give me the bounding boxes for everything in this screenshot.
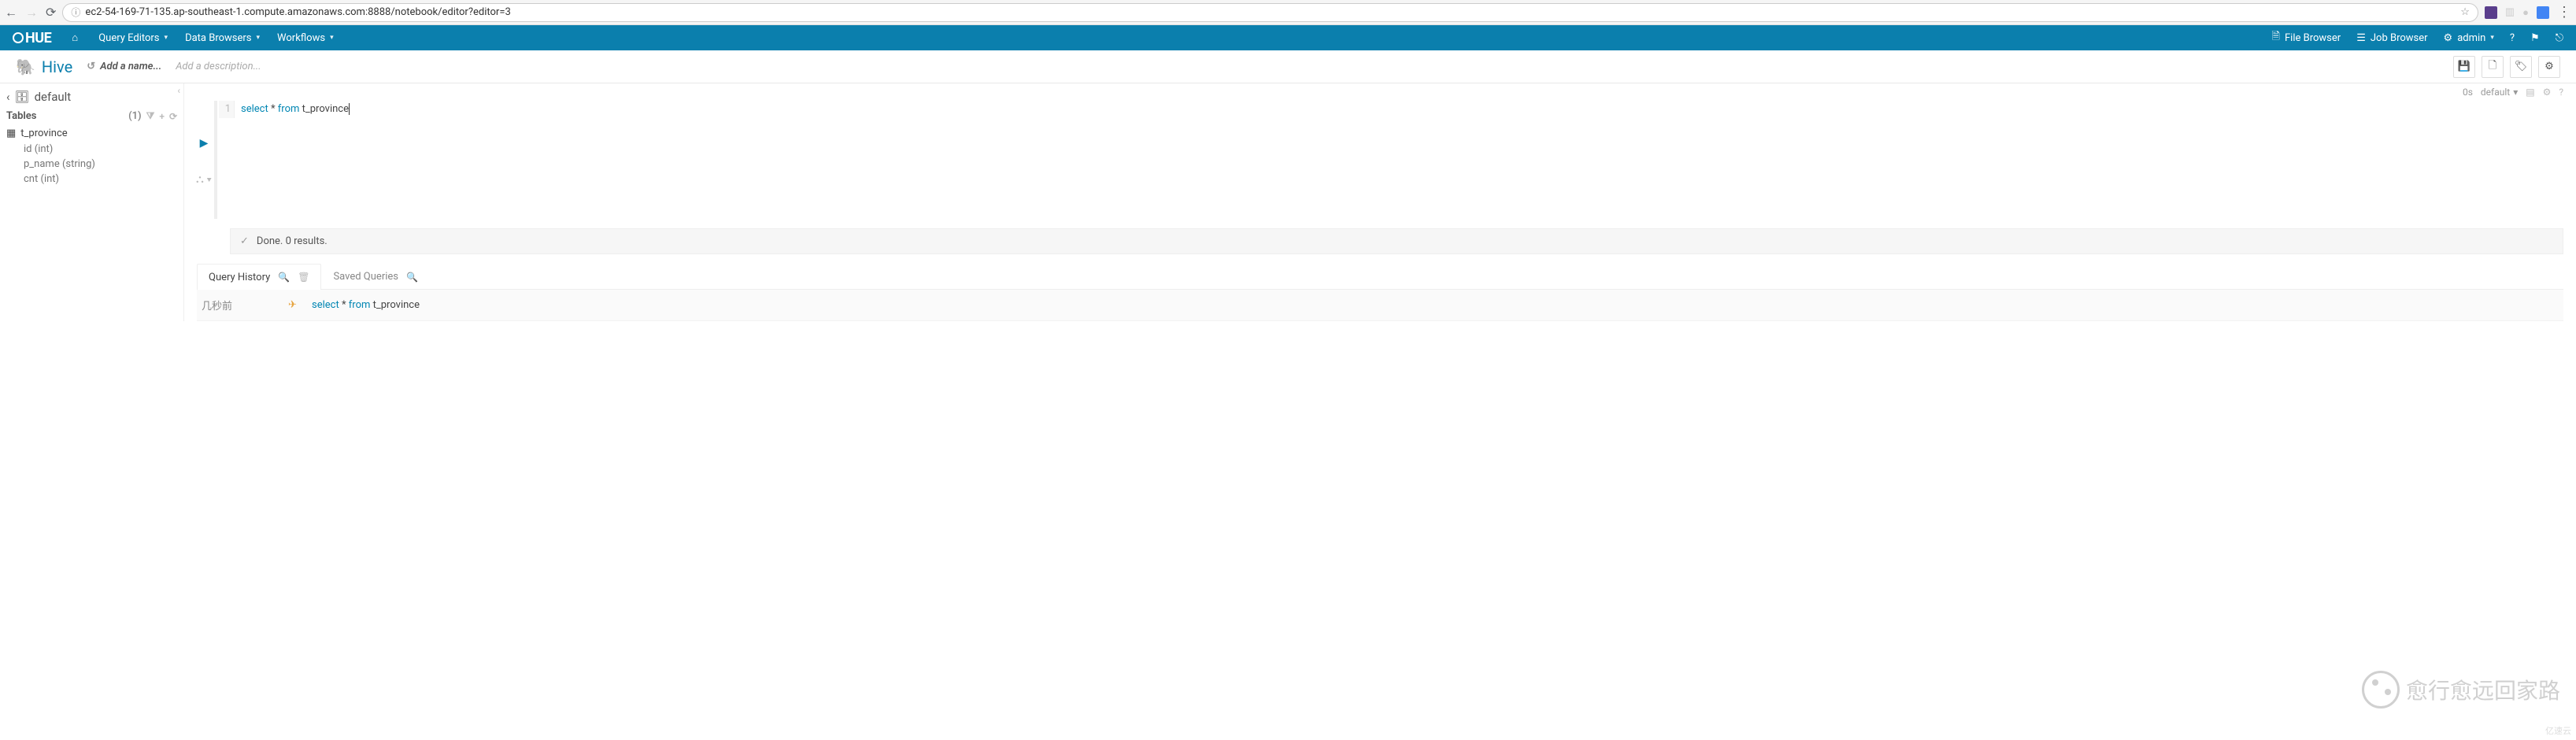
sql-editor[interactable]: 1 select * from t_province — [214, 101, 2563, 219]
search-icon[interactable]: 🔍 — [278, 272, 290, 283]
sub-header-actions: 💾 🗋 🏷 ⚙ — [2453, 56, 2560, 78]
table-name: t_province — [20, 128, 67, 139]
admin-menu[interactable]: ⚙admin▾ — [2444, 32, 2494, 44]
tags-button[interactable]: 🏷 — [2510, 56, 2532, 78]
add-icon[interactable]: + — [159, 111, 165, 122]
chevron-down-icon: ▾ — [165, 34, 168, 42]
tabs-row: Query History 🔍 🗑 Saved Queries 🔍 — [197, 264, 2563, 290]
explain-button[interactable]: ⛬ ▾ — [196, 173, 212, 186]
nav-data-browsers[interactable]: Data Browsers▾ — [185, 32, 260, 44]
editor-meta: 0s default ▾ ▤ ⚙ ? — [184, 83, 2576, 101]
gear-icon[interactable]: ⚙ — [2543, 87, 2552, 98]
elapsed-time: 0s — [2463, 87, 2473, 98]
database-dropdown[interactable]: default ▾ — [2481, 87, 2518, 98]
add-name-input[interactable]: ↺ Add a name... — [87, 61, 161, 72]
sidebar-collapse-icon[interactable]: ‹ — [177, 85, 180, 96]
line-number: 1 — [219, 101, 235, 118]
clear-icon[interactable]: 🗑 — [298, 272, 309, 283]
tab-saved-queries[interactable]: Saved Queries 🔍 — [321, 264, 430, 289]
main-area: ‹ ‹ 🗄 default Tables (1) ⧩ + ⟳ ▦ t_provi… — [0, 83, 2576, 321]
extension-icon[interactable] — [2537, 6, 2549, 19]
tab-query-history[interactable]: Query History 🔍 🗑 — [197, 264, 321, 290]
code-text: select * from t_province — [235, 101, 350, 118]
column-item[interactable]: p_name (string) — [5, 157, 179, 172]
back-button[interactable]: ← — [5, 5, 17, 20]
database-selector[interactable]: ‹ 🗄 default — [5, 87, 179, 107]
format-icon[interactable]: ▤ — [2526, 87, 2534, 98]
flag-icon[interactable]: ⚑ — [2530, 32, 2540, 44]
file-icon: 🗎 — [2272, 29, 2280, 46]
database-name: default — [35, 90, 72, 104]
chevron-down-icon: ▾ — [2490, 34, 2494, 42]
hive-icon: 🐘 — [16, 57, 35, 76]
table-item[interactable]: ▦ t_province — [5, 125, 179, 142]
status-text: Done. 0 results. — [257, 235, 328, 247]
list-icon: ☰ — [2356, 32, 2366, 44]
file-browser-link[interactable]: 🗎File Browser — [2272, 29, 2341, 46]
url-text: ec2-54-169-71-135.ap-southeast-1.compute… — [85, 6, 2456, 18]
tables-count: (1) — [128, 110, 142, 122]
pin-icon[interactable]: ✈ — [288, 299, 312, 311]
run-button[interactable]: ▶ — [200, 137, 209, 150]
database-icon: 🗄 — [15, 90, 30, 104]
browser-chrome: ← → ⟳ ⓘ ec2-54-169-71-135.ap-southeast-1… — [0, 0, 2576, 25]
job-browser-link[interactable]: ☰Job Browser — [2356, 32, 2427, 44]
history-time: 几秒前 — [202, 298, 288, 313]
info-icon[interactable]: ⓘ — [71, 6, 80, 19]
browser-nav: ← → ⟳ — [5, 5, 56, 20]
column-item[interactable]: id (int) — [5, 142, 179, 157]
sub-header: 🐘 Hive ↺ Add a name... Add a description… — [0, 50, 2576, 83]
app-title: 🐘 Hive — [16, 57, 72, 76]
nav-query-editors[interactable]: Query Editors▾ — [98, 32, 168, 44]
footer-mark: 亿速云 — [2545, 724, 2571, 737]
forward-button[interactable]: → — [25, 5, 38, 20]
help-icon[interactable]: ? — [2510, 32, 2515, 44]
url-bar[interactable]: ⓘ ec2-54-169-71-135.ap-southeast-1.compu… — [62, 3, 2478, 22]
add-description-input[interactable]: Add a description... — [176, 61, 261, 72]
tables-label: Tables — [6, 110, 36, 122]
editor-area: ▶ ⛬ ▾ 1 select * from t_province — [184, 101, 2576, 219]
column-item[interactable]: cnt (int) — [5, 172, 179, 187]
gear-icon: ⚙ — [2444, 32, 2453, 44]
watermark: 愈行愈远回家路 — [2362, 671, 2560, 709]
extension-icon[interactable]: ▥ — [2505, 6, 2515, 18]
logout-icon[interactable]: ⎋ — [2556, 32, 2563, 44]
hue-header: HUE ⌂ Query Editors▾ Data Browsers▾ Work… — [0, 25, 2576, 50]
logo-ring-icon — [13, 32, 24, 43]
home-icon[interactable]: ⌂ — [68, 31, 81, 44]
extension-icon[interactable]: ● — [2522, 6, 2529, 19]
wechat-icon — [2362, 671, 2400, 709]
header-right: 🗎File Browser ☰Job Browser ⚙admin▾ ? ⚑ ⎋ — [2272, 29, 2563, 46]
help-icon[interactable]: ? — [2559, 87, 2563, 98]
table-icon: ▦ — [6, 128, 16, 139]
history-sql: select * from t_province — [312, 299, 420, 311]
hue-logo[interactable]: HUE — [13, 30, 51, 46]
filter-icon[interactable]: ⧩ — [146, 110, 155, 122]
save-button[interactable]: 💾 — [2453, 56, 2475, 78]
status-bar: ✓ Done. 0 results. — [230, 228, 2563, 254]
tables-header: Tables (1) ⧩ + ⟳ — [5, 107, 179, 125]
code-line: 1 select * from t_province — [219, 101, 2563, 118]
chevron-left-icon: ‹ — [6, 90, 10, 104]
undo-icon[interactable]: ↺ — [87, 61, 95, 72]
reload-button[interactable]: ⟳ — [46, 5, 56, 20]
sidebar: ‹ ‹ 🗄 default Tables (1) ⧩ + ⟳ ▦ t_provi… — [0, 83, 184, 321]
new-button[interactable]: 🗋 — [2482, 56, 2504, 78]
browser-menu-icon[interactable]: ⋮ — [2557, 4, 2571, 20]
refresh-icon[interactable]: ⟳ — [169, 111, 177, 122]
extension-icons: ▥ ● ⋮ — [2485, 4, 2571, 20]
chevron-down-icon: ▾ — [2513, 87, 2518, 98]
chevron-down-icon: ▾ — [330, 34, 334, 42]
bookmark-star-icon[interactable]: ☆ — [2460, 6, 2470, 18]
settings-button[interactable]: ⚙ — [2538, 56, 2560, 78]
app-name: Hive — [42, 57, 72, 76]
chevron-down-icon: ▾ — [257, 34, 261, 42]
check-icon: ✓ — [240, 235, 249, 247]
search-icon[interactable]: 🔍 — [406, 272, 418, 283]
editor-gutter: ▶ ⛬ ▾ — [194, 101, 214, 219]
extension-icon[interactable] — [2485, 6, 2497, 19]
history-row[interactable]: 几秒前 ✈ select * from t_province — [197, 290, 2563, 321]
content-area: 0s default ▾ ▤ ⚙ ? ▶ ⛬ ▾ 1 select * from… — [184, 83, 2576, 321]
nav-workflows[interactable]: Workflows▾ — [277, 32, 334, 44]
